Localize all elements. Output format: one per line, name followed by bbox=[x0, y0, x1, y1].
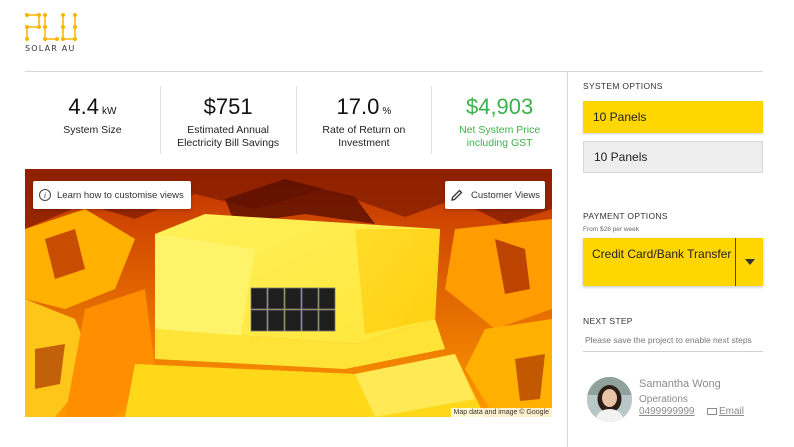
stat-label: System Size bbox=[63, 124, 122, 136]
stat-rate-of-return: 17.0 % Rate of Return on Investment bbox=[297, 86, 433, 154]
system-options-title: SYSTEM OPTIONS bbox=[583, 81, 663, 91]
stat-value: $4,903 bbox=[465, 94, 534, 119]
roof-3d-view[interactable]: i Learn how to customise views Customer … bbox=[25, 169, 552, 417]
stats-row: 4.4 kW System Size $751 Estimated Annual… bbox=[25, 86, 567, 154]
solar-proposal-page: SOLAR AU 4.4 kW System Size $751 Estimat… bbox=[0, 0, 794, 447]
stat-unit: % bbox=[382, 106, 392, 117]
system-option-selected[interactable]: 10 Panels bbox=[583, 101, 763, 133]
avatar bbox=[587, 377, 632, 422]
pencil-icon bbox=[451, 189, 463, 201]
stat-unit: kW bbox=[101, 106, 117, 117]
next-step-title: NEXT STEP bbox=[583, 316, 633, 326]
payment-options-title: PAYMENT OPTIONS bbox=[583, 211, 668, 221]
sidebar-divider bbox=[567, 72, 568, 447]
system-option-alt[interactable]: 10 Panels bbox=[583, 141, 763, 173]
stat-value: $751 bbox=[203, 94, 253, 119]
stat-label: Rate of Return on Investment bbox=[322, 124, 406, 149]
contact-phone-link[interactable]: 0499999999 bbox=[639, 406, 695, 417]
payment-selected-label: Credit Card/Bank Transfer bbox=[592, 247, 732, 261]
stat-annual-savings: $751 Estimated Annual Electricity Bill S… bbox=[161, 86, 297, 154]
learn-customise-views-button[interactable]: i Learn how to customise views bbox=[33, 181, 191, 209]
email-label: Email bbox=[719, 406, 745, 417]
learn-button-label: Learn how to customise views bbox=[57, 189, 184, 201]
payment-note: From $28 per week bbox=[583, 226, 639, 233]
stat-label: Estimated Annual Electricity Bill Saving… bbox=[177, 124, 280, 149]
stat-label: Net System Price including GST bbox=[459, 124, 541, 149]
contact-name: Samantha Wong bbox=[639, 378, 721, 390]
mail-icon bbox=[707, 408, 717, 415]
map-attribution: Map data and image © Google bbox=[450, 408, 552, 417]
chevron-down-icon[interactable] bbox=[736, 238, 763, 286]
next-step-note: Please save the project to enable next s… bbox=[583, 335, 763, 352]
info-icon: i bbox=[39, 189, 51, 201]
payment-option-select[interactable]: Credit Card/Bank Transfer bbox=[583, 238, 763, 286]
header-divider bbox=[25, 71, 763, 72]
stat-net-price: $4,903 Net System Price including GST bbox=[432, 86, 567, 154]
customer-views-label: Customer Views bbox=[471, 189, 540, 201]
customer-views-button[interactable]: Customer Views bbox=[445, 181, 545, 209]
stat-system-size: 4.4 kW System Size bbox=[25, 86, 161, 154]
contact-email-link[interactable]: Email bbox=[707, 406, 744, 417]
contact-role: Operations bbox=[639, 394, 688, 405]
logo-text: SOLAR AU bbox=[25, 44, 76, 53]
stat-value: 4.4 bbox=[68, 94, 99, 119]
stat-value: 17.0 bbox=[336, 94, 380, 119]
